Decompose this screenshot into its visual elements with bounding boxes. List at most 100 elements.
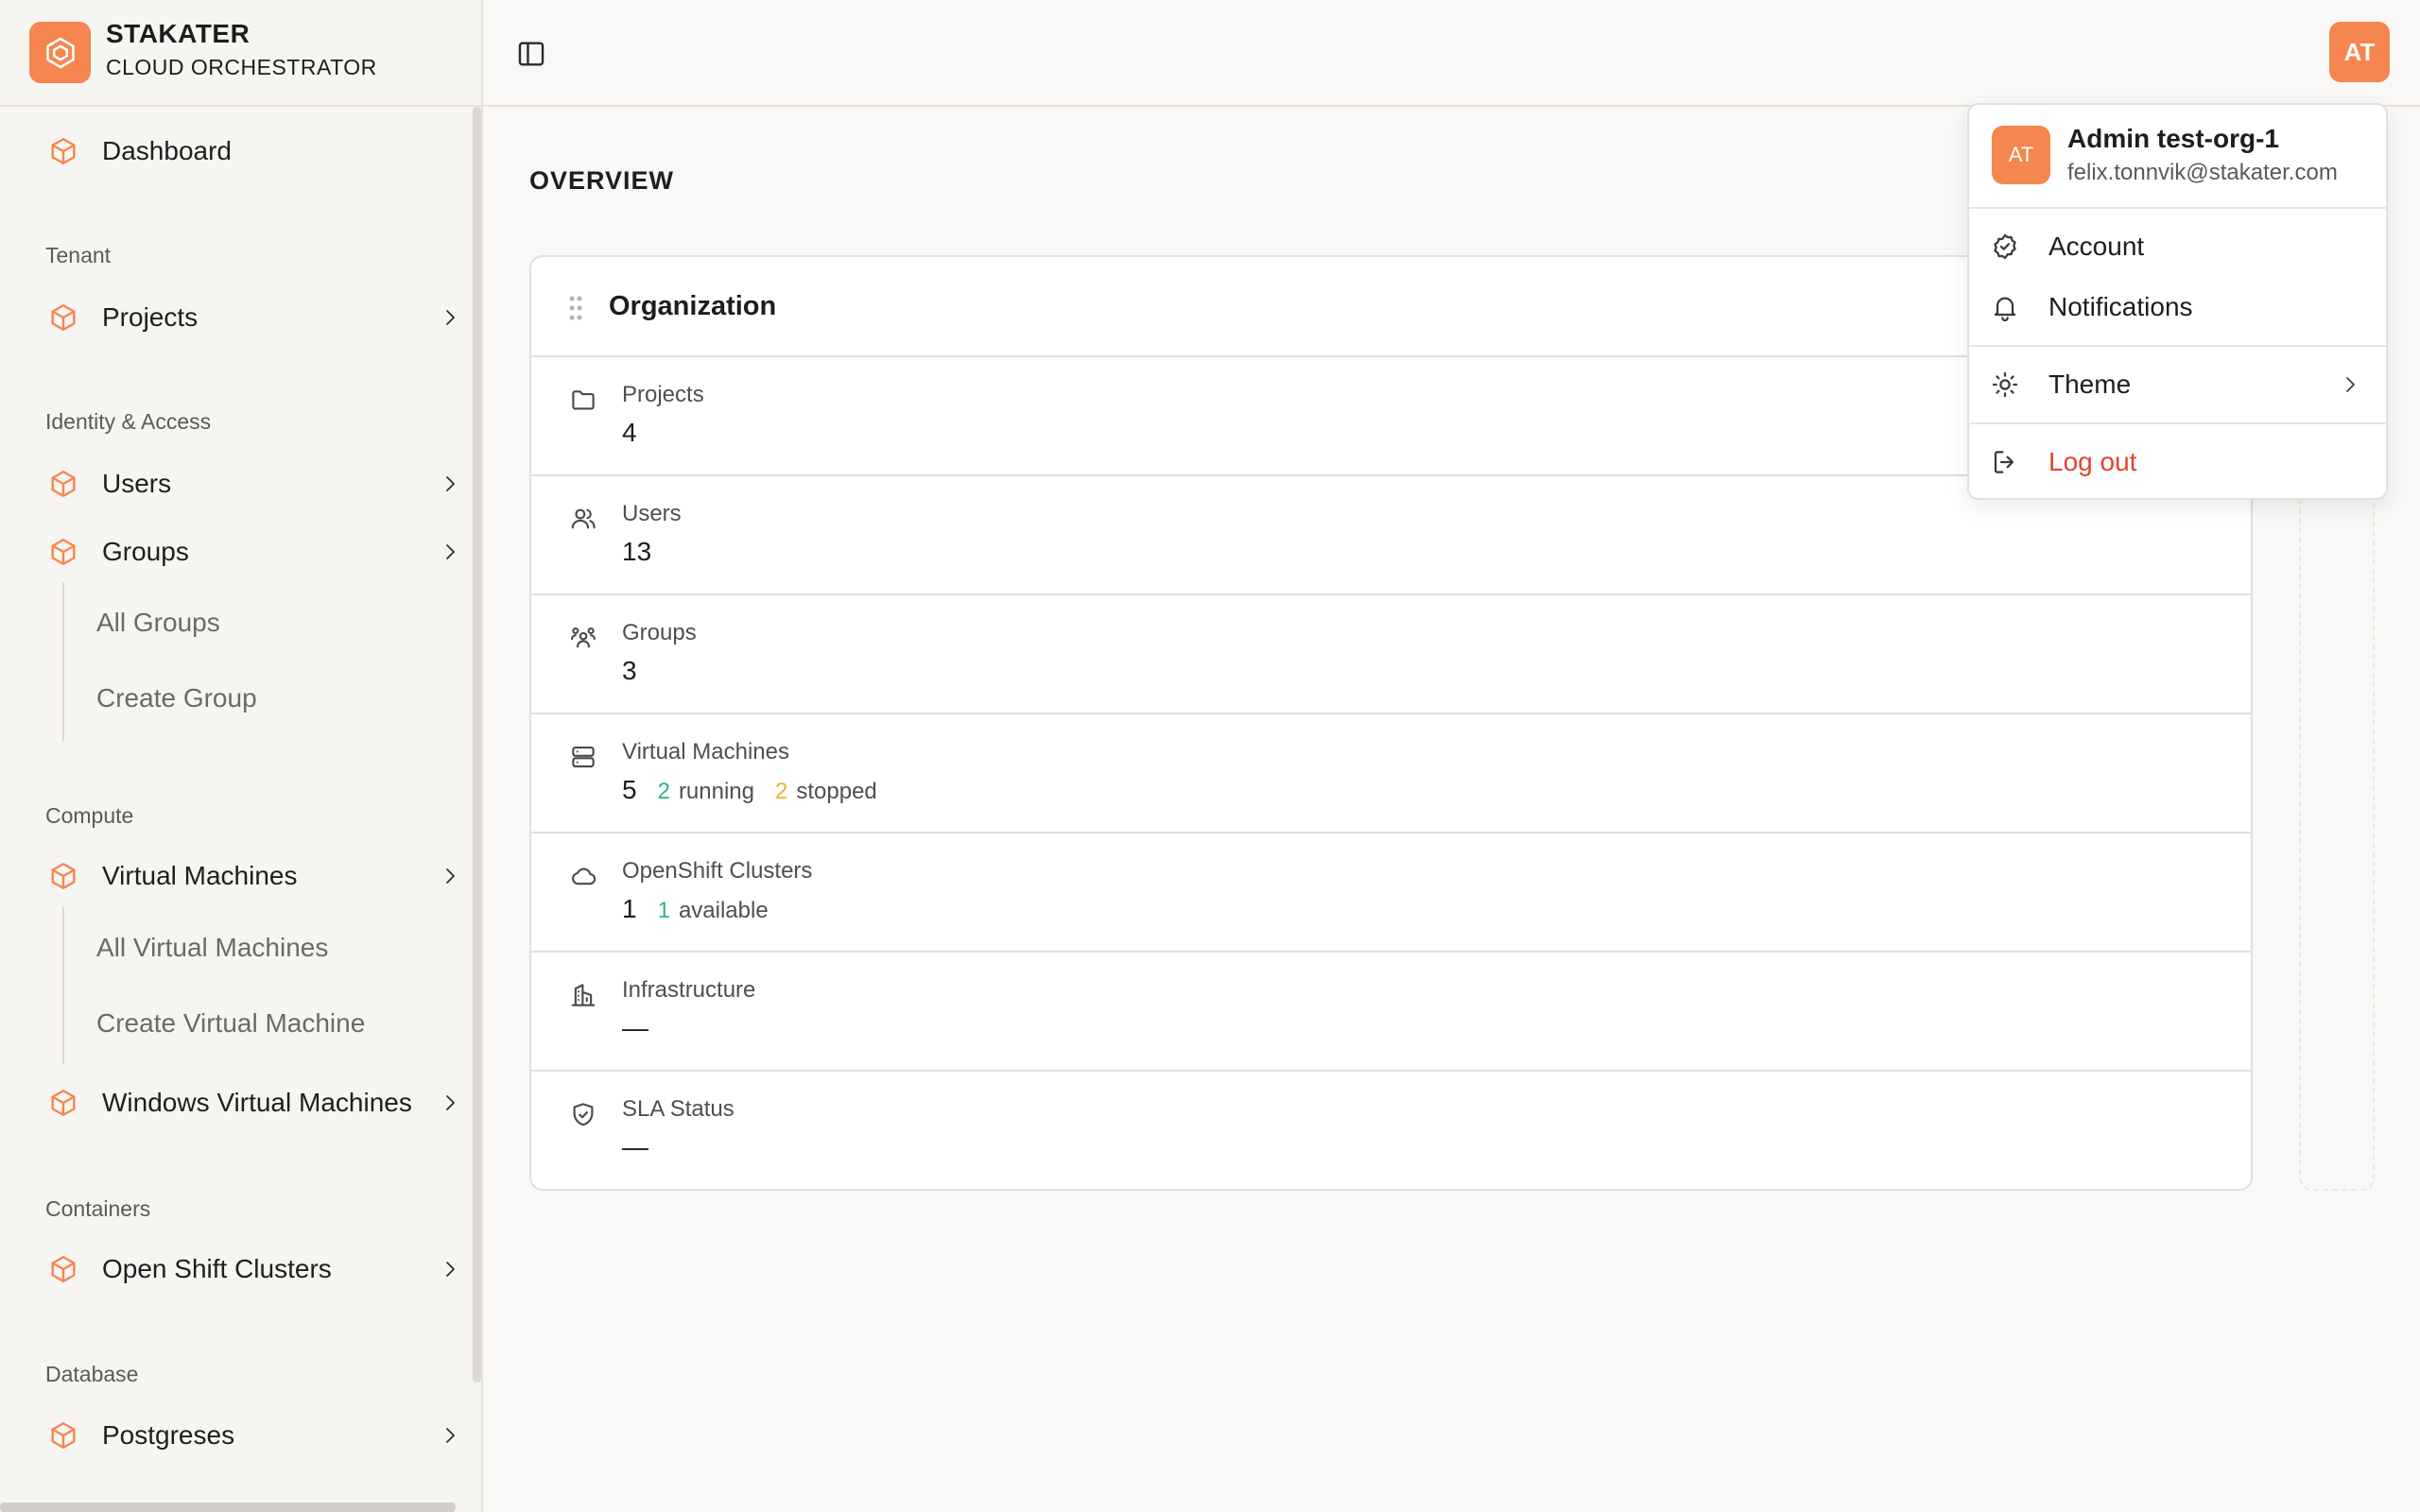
stat-value: 4	[622, 418, 637, 447]
chevron-right-icon	[446, 1095, 455, 1110]
brand-name: STAKATER	[106, 19, 251, 48]
cube-icon	[51, 138, 76, 164]
section-heading-compute: Compute	[45, 803, 134, 828]
section-heading-identity: Identity & Access	[45, 409, 212, 434]
menu-item-label: Log out	[2048, 447, 2137, 476]
stat-row-sla-status[interactable]: SLA Status —	[531, 1072, 2251, 1189]
chevron-right-icon	[446, 1428, 455, 1443]
cube-icon	[51, 471, 76, 497]
sun-icon	[1992, 371, 2018, 398]
chevron-right-icon	[2346, 377, 2355, 392]
sidebar-subitem-create-vm[interactable]: Create Virtual Machine	[96, 1008, 365, 1039]
section-heading-containers: Containers	[45, 1196, 151, 1221]
menu-item-label: Account	[2048, 232, 2145, 261]
user-avatar-button[interactable]: AT	[2329, 22, 2390, 82]
chevron-right-icon	[446, 868, 455, 884]
stat-row-openshift-clusters[interactable]: OpenShift Clusters 1 1 available	[531, 833, 2251, 953]
sidebar-item-virtual-machines[interactable]: Virtual Machines	[38, 850, 463, 902]
stat-value: —	[622, 1132, 648, 1161]
available-count: 1	[657, 898, 670, 923]
running-count: 2	[657, 779, 670, 804]
sidebar-item-users[interactable]: Users	[38, 457, 463, 510]
sidebar-item-label: Users	[102, 469, 172, 498]
menu-item-notifications[interactable]: Notifications	[1969, 280, 2386, 335]
section-heading-tenant: Tenant	[45, 243, 112, 267]
top-header: AT	[483, 0, 2420, 107]
brand-header[interactable]: STAKATER CLOUD ORCHESTRATOR	[0, 0, 481, 107]
sidebar-item-label: Groups	[102, 537, 189, 566]
running-label: running	[678, 779, 754, 804]
users-icon	[571, 508, 596, 529]
menu-item-account[interactable]: Account	[1969, 219, 2386, 274]
stat-label: Groups	[622, 620, 697, 645]
menu-divider	[1969, 422, 2386, 424]
folder-icon	[572, 390, 595, 410]
stat-row-virtual-machines[interactable]: Virtual Machines 5 2 running 2 stopped	[531, 714, 2251, 833]
sidebar-item-label: Dashboard	[102, 136, 232, 165]
dropdown-avatar: AT	[1992, 126, 2050, 184]
menu-item-label: Theme	[2048, 369, 2132, 399]
stat-value: 13	[622, 537, 652, 566]
drag-handle-icon[interactable]	[567, 295, 584, 321]
stat-label: Virtual Machines	[622, 739, 789, 765]
section-heading-database: Database	[45, 1362, 139, 1386]
server-icon	[572, 746, 595, 768]
menu-item-theme[interactable]: Theme	[1969, 357, 2386, 412]
stat-row-infrastructure[interactable]: Infrastructure —	[531, 953, 2251, 1072]
stat-row-groups[interactable]: Groups 3	[531, 595, 2251, 714]
chevron-right-icon	[446, 310, 455, 325]
available-badge: 1 available	[658, 898, 769, 924]
stat-label: Infrastructure	[622, 977, 756, 1003]
menu-item-logout[interactable]: Log out	[1969, 435, 2386, 490]
panel-left-icon	[518, 42, 544, 66]
brand-subtitle: CLOUD ORCHESTRATOR	[106, 55, 377, 79]
sidebar-subitem-all-vms[interactable]: All Virtual Machines	[96, 933, 328, 963]
user-group-icon	[571, 627, 596, 648]
stopped-count: 2	[775, 779, 788, 804]
stat-value: 3	[622, 656, 637, 685]
running-badge: 2 running	[658, 779, 754, 805]
sidebar-item-postgreses[interactable]: Postgreses	[38, 1409, 463, 1462]
sidebar-item-dashboard[interactable]: Dashboard	[38, 125, 463, 178]
cube-icon	[51, 304, 76, 331]
cube-icon	[51, 539, 76, 565]
chevron-right-icon	[446, 476, 455, 491]
cube-icon	[51, 863, 76, 889]
menu-divider	[1969, 207, 2386, 209]
shield-check-icon	[573, 1103, 594, 1126]
cube-icon	[51, 1090, 76, 1116]
sidebar-item-label: Projects	[102, 302, 199, 332]
submenu-guide-line	[62, 907, 64, 1064]
stat-label: OpenShift Clusters	[622, 858, 813, 884]
available-label: available	[678, 898, 769, 923]
sidebar-horizontal-scrollbar[interactable]	[0, 1503, 456, 1512]
sidebar-subitem-create-group[interactable]: Create Group	[96, 683, 257, 713]
sidebar-scrollbar[interactable]	[473, 107, 481, 1383]
stat-value: 5	[622, 775, 637, 804]
page-title: OVERVIEW	[529, 166, 675, 195]
sidebar-item-label: Open Shift Clusters	[102, 1254, 332, 1283]
stat-label: Projects	[622, 382, 704, 407]
bell-icon	[1994, 297, 2016, 322]
sidebar: STAKATER CLOUD ORCHESTRATOR Dashboard Te…	[0, 0, 483, 1512]
stat-label: Users	[622, 501, 682, 526]
logout-icon	[1994, 451, 2014, 473]
sidebar-item-openshift-clusters[interactable]: Open Shift Clusters	[38, 1243, 463, 1296]
sidebar-item-label: Postgreses	[102, 1420, 235, 1450]
sidebar-item-label: Windows Virtual Machines	[102, 1088, 412, 1117]
sidebar-toggle-button[interactable]	[515, 38, 547, 70]
building-icon	[571, 984, 596, 1006]
sidebar-item-groups[interactable]: Groups	[38, 525, 463, 578]
chevron-right-icon	[446, 1262, 455, 1277]
menu-item-label: Notifications	[2048, 292, 2193, 321]
stat-label: SLA Status	[622, 1096, 735, 1122]
sidebar-item-label: Virtual Machines	[102, 861, 298, 890]
sidebar-item-projects[interactable]: Projects	[38, 291, 463, 344]
sidebar-subitem-all-groups[interactable]: All Groups	[96, 608, 220, 638]
sidebar-item-windows-vms[interactable]: Windows Virtual Machines	[38, 1076, 463, 1129]
dropdown-user-name: Admin test-org-1	[2067, 124, 2279, 153]
submenu-guide-line	[62, 582, 64, 741]
chevron-right-icon	[446, 544, 455, 559]
stat-value: —	[622, 1013, 648, 1042]
cloud-icon	[572, 868, 596, 885]
